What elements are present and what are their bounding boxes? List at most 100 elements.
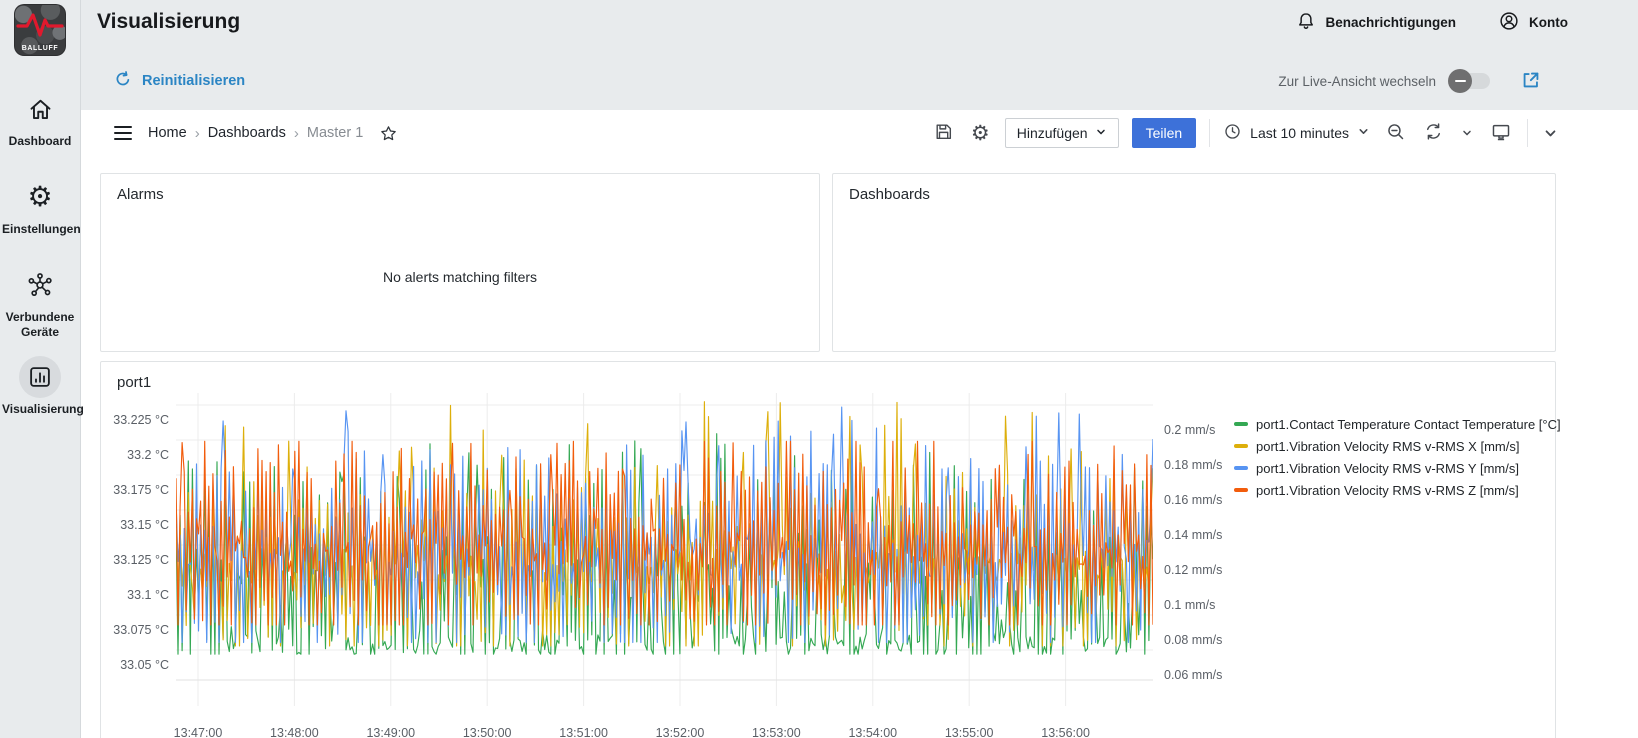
live-view-toggle-label: Zur Live-Ansicht wechseln	[1278, 74, 1436, 89]
save-dashboard-button[interactable]	[931, 119, 956, 147]
x-axis-tick: 13:56:00	[1041, 726, 1090, 738]
save-icon	[933, 121, 954, 145]
refresh-dashboard-button[interactable]	[1421, 119, 1446, 147]
alarms-empty-message: No alerts matching filters	[383, 269, 537, 285]
breadcrumb: Home›Dashboards›Master 1	[148, 125, 363, 142]
dashboards-panel-title[interactable]: Dashboards	[833, 174, 1555, 203]
account-button[interactable]: Konto	[1498, 10, 1568, 35]
refresh-interval-chevron[interactable]	[1459, 125, 1475, 141]
toolbar-divider	[1209, 119, 1210, 147]
alarms-panel: Alarms No alerts matching filters	[100, 173, 820, 352]
dashboard-canvas: Home›Dashboards›Master 1 ⚙ Hinzufügen	[81, 110, 1638, 738]
breadcrumb-item[interactable]: Master 1	[307, 125, 363, 141]
breadcrumb-item[interactable]: Home	[148, 125, 187, 141]
add-button[interactable]: Hinzufügen	[1005, 118, 1119, 148]
toolbar-divider	[1527, 119, 1528, 147]
legend-item[interactable]: port1.Vibration Velocity RMS v-RMS Y [mm…	[1234, 457, 1561, 479]
chevron-down-icon	[1357, 125, 1370, 141]
left-axis-tick: 33.05 °C	[120, 658, 169, 672]
legend-label: port1.Vibration Velocity RMS v-RMS Z [mm…	[1256, 483, 1519, 498]
topbar: Visualisierung Benachrichtigungen Konto	[81, 0, 1638, 44]
right-axis-tick: 0.14 mm/s	[1164, 528, 1222, 542]
x-axis-tick: 13:51:00	[559, 726, 608, 738]
monitor-icon	[1490, 121, 1512, 146]
right-axis-tick: 0.1 mm/s	[1164, 598, 1215, 612]
legend-swatch	[1234, 422, 1248, 426]
x-axis-tick: 13:47:00	[174, 726, 223, 738]
legend-item[interactable]: port1.Vibration Velocity RMS v-RMS Z [mm…	[1234, 479, 1561, 501]
left-axis-tick: 33.075 °C	[113, 623, 169, 637]
legend-swatch	[1234, 444, 1248, 448]
balluff-logo: BALLUFF	[14, 4, 66, 56]
sidebar-item-label: Einstellungen	[0, 222, 80, 237]
sidebar-item-dashboard[interactable]: Dashboard	[0, 88, 80, 149]
connected-devices-icon	[19, 264, 61, 306]
x-axis-tick: 13:53:00	[752, 726, 801, 738]
legend-label: port1.Vibration Velocity RMS v-RMS X [mm…	[1256, 439, 1519, 454]
left-axis-tick: 33.2 °C	[127, 448, 169, 462]
timeseries-panel: port1 33.225 °C33.2 °C33.175 °C33.15 °C3…	[100, 361, 1556, 738]
live-view-toggle[interactable]	[1452, 73, 1490, 89]
legend-label: port1.Vibration Velocity RMS v-RMS Y [mm…	[1256, 461, 1519, 476]
x-axis-tick: 13:50:00	[463, 726, 512, 738]
share-button[interactable]: Teilen	[1132, 118, 1197, 148]
right-axis-tick: 0.16 mm/s	[1164, 493, 1222, 507]
x-axis-tick: 13:52:00	[656, 726, 705, 738]
gear-icon: ⚙	[19, 176, 61, 218]
chart-legend: port1.Contact Temperature Contact Temper…	[1234, 413, 1561, 501]
gear-icon: ⚙	[971, 123, 990, 144]
subheader: Reinitialisieren Zur Live-Ansicht wechse…	[81, 58, 1638, 104]
legend-swatch	[1234, 488, 1248, 492]
sidebar-item-connected-devices[interactable]: Verbundene Geräte	[0, 264, 80, 340]
logo-text: BALLUFF	[14, 45, 66, 52]
timeseries-chart-area: 33.225 °C33.2 °C33.175 °C33.15 °C33.125 …	[101, 391, 1555, 738]
x-axis-tick: 13:49:00	[366, 726, 415, 738]
refresh-icon	[113, 69, 133, 93]
open-external-button[interactable]	[1520, 69, 1542, 94]
dashboard-settings-button[interactable]: ⚙	[969, 121, 992, 146]
page-title: Visualisierung	[97, 10, 240, 34]
right-axis-tick: 0.2 mm/s	[1164, 423, 1215, 437]
grafana-toolbar: Home›Dashboards›Master 1 ⚙ Hinzufügen	[81, 110, 1638, 156]
left-axis-tick: 33.1 °C	[127, 588, 169, 602]
legend-label: port1.Contact Temperature Contact Temper…	[1256, 417, 1561, 432]
sidebar-item-visualization[interactable]: Visualisierung	[0, 356, 80, 417]
breadcrumb-separator: ›	[195, 125, 200, 142]
reinitialize-button[interactable]: Reinitialisieren	[113, 69, 245, 93]
toggle-knob[interactable]	[1448, 69, 1472, 93]
notifications-label: Benachrichtigungen	[1326, 15, 1457, 30]
alarms-panel-title[interactable]: Alarms	[101, 174, 819, 203]
sidebar-item-label: Visualisierung	[0, 402, 80, 417]
sidebar-item-label: Dashboard	[0, 134, 80, 149]
toolbar-collapse-chevron[interactable]	[1541, 124, 1560, 143]
x-axis-tick: 13:54:00	[848, 726, 897, 738]
sidebar: Dashboard ⚙ Einstellungen Verbundene Ger…	[0, 0, 81, 738]
zoom-out-button[interactable]	[1383, 119, 1408, 147]
account-icon	[1498, 10, 1520, 35]
legend-item[interactable]: port1.Contact Temperature Contact Temper…	[1234, 413, 1561, 435]
time-range-label: Last 10 minutes	[1250, 125, 1349, 141]
tv-mode-button[interactable]	[1488, 119, 1514, 148]
right-axis-tick: 0.06 mm/s	[1164, 668, 1222, 682]
legend-swatch	[1234, 466, 1248, 470]
menu-icon[interactable]	[112, 124, 134, 142]
legend-item[interactable]: port1.Vibration Velocity RMS v-RMS X [mm…	[1234, 435, 1561, 457]
time-range-picker[interactable]: Last 10 minutes	[1223, 122, 1370, 144]
sidebar-item-settings[interactable]: ⚙ Einstellungen	[0, 176, 80, 237]
left-axis-tick: 33.175 °C	[113, 483, 169, 497]
notifications-button[interactable]: Benachrichtigungen	[1295, 10, 1457, 35]
left-axis-tick: 33.15 °C	[120, 518, 169, 532]
sync-icon	[1423, 121, 1444, 145]
sidebar-item-label: Verbundene Geräte	[0, 310, 80, 340]
left-axis-tick: 33.225 °C	[113, 413, 169, 427]
favorite-star-icon[interactable]	[377, 122, 400, 145]
zoom-out-icon	[1385, 121, 1406, 145]
bell-icon	[1295, 10, 1317, 35]
right-axis-tick: 0.12 mm/s	[1164, 563, 1222, 577]
bar-chart-icon	[19, 356, 61, 398]
right-axis-tick: 0.08 mm/s	[1164, 633, 1222, 647]
clock-icon	[1223, 122, 1242, 144]
breadcrumb-item[interactable]: Dashboards	[208, 125, 286, 141]
reinitialize-label: Reinitialisieren	[142, 73, 245, 89]
left-axis: 33.225 °C33.2 °C33.175 °C33.15 °C33.125 …	[101, 391, 169, 738]
